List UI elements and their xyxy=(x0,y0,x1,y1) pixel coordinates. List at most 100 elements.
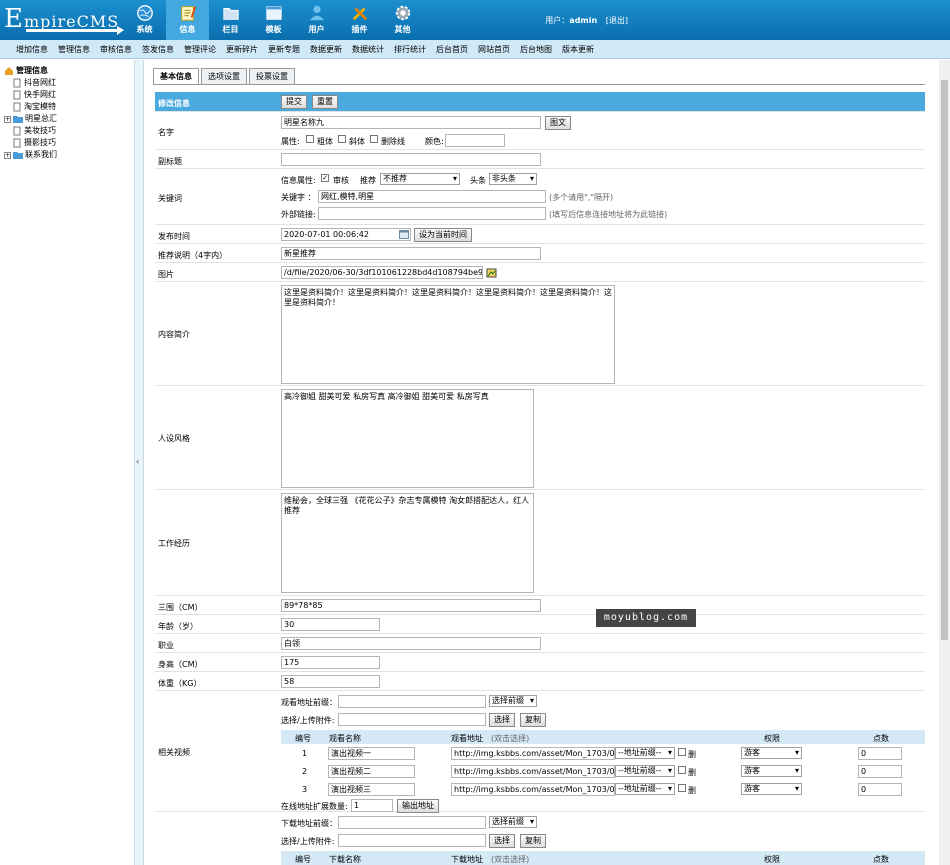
chevron-left-icon[interactable]: ‹ xyxy=(136,457,139,466)
ext-count-input[interactable]: 1 xyxy=(351,799,393,812)
strike-checkbox[interactable] xyxy=(370,135,378,143)
menu-update-fragments[interactable]: 更新碎片 xyxy=(221,40,263,59)
watch-prefix-select[interactable]: 选择前缀 xyxy=(489,695,537,707)
tree-root[interactable]: 管理信息 xyxy=(4,65,134,77)
tab-vote-settings[interactable]: 投票设置 xyxy=(249,68,295,85)
download-select-button[interactable]: 选择 xyxy=(489,834,515,848)
menu-admin-home[interactable]: 后台首页 xyxy=(431,40,473,59)
video-perm-select[interactable]: 游客 xyxy=(741,783,802,795)
video-points-input[interactable]: 0 xyxy=(858,765,902,778)
video-delete-checkbox[interactable] xyxy=(678,766,686,774)
review-checkbox[interactable]: ✓ xyxy=(321,174,329,182)
folder-icon xyxy=(13,116,23,123)
keywords-input[interactable]: 网红,模特,明星 xyxy=(318,190,546,203)
menu-data-stats[interactable]: 数据统计 xyxy=(347,40,389,59)
topnav-system[interactable]: 系统 xyxy=(123,0,166,40)
empirecms-logo[interactable]: EmpireCMS xyxy=(4,4,124,35)
menu-review-info[interactable]: 审核信息 xyxy=(95,40,137,59)
topnav-column[interactable]: 栏目 xyxy=(209,0,252,40)
video-url-input[interactable]: http://img.ksbbs.com/asset/Mon_1703/05ca… xyxy=(451,783,615,796)
recommend-select[interactable]: 不推荐 xyxy=(380,173,460,185)
menu-update-topics[interactable]: 更新专题 xyxy=(263,40,305,59)
weight-input[interactable]: 58 xyxy=(281,675,380,688)
video-name-input[interactable]: 演出视频二 xyxy=(328,765,415,778)
tree-item[interactable]: 抖音网红 xyxy=(4,77,134,89)
video-points-input[interactable]: 0 xyxy=(858,783,902,796)
tree-item[interactable]: 快手网红 xyxy=(4,89,134,101)
video-prefix-select[interactable]: --地址前缀-- xyxy=(615,747,675,759)
menu-manage-info[interactable]: 管理信息 xyxy=(53,40,95,59)
reset-button[interactable]: 重置 xyxy=(312,95,338,109)
calendar-icon[interactable] xyxy=(399,230,409,239)
video-perm-select[interactable]: 游客 xyxy=(741,765,802,777)
topnav-other[interactable]: 其他 xyxy=(381,0,424,40)
tree-group[interactable]: + 联系我们 xyxy=(4,149,134,161)
bold-checkbox[interactable] xyxy=(306,135,314,143)
video-url-input[interactable]: http://img.ksbbs.com/asset/Mon_1703/05ca… xyxy=(451,765,615,778)
video-name-input[interactable]: 演出视频一 xyxy=(328,747,415,760)
page-scrollbar[interactable] xyxy=(939,60,950,865)
topnav-info[interactable]: 信息 xyxy=(166,0,209,40)
tree-group[interactable]: + 明星总汇 xyxy=(4,113,134,125)
subtitle-input[interactable] xyxy=(281,153,541,166)
topnav-user[interactable]: 用户 xyxy=(295,0,338,40)
headline-select[interactable]: 非头条 xyxy=(489,173,537,185)
expand-plus-icon[interactable]: + xyxy=(4,151,11,159)
style-textarea[interactable]: 高冷御姐 甜美可爱 私房写真 高冷御姐 甜美可爱 私房写真 xyxy=(281,389,534,488)
watch-copy-button[interactable]: 复制 xyxy=(520,713,546,727)
topnav-plugin[interactable]: 插件 xyxy=(338,0,381,40)
menu-rank-stats[interactable]: 排行统计 xyxy=(389,40,431,59)
download-attachment-input[interactable] xyxy=(338,834,486,847)
tree-item[interactable]: 摄影技巧 xyxy=(4,137,134,149)
download-prefix-select[interactable]: 选择前缀 xyxy=(489,816,537,828)
download-copy-button[interactable]: 复制 xyxy=(520,834,546,848)
submit-button[interactable]: 提交 xyxy=(281,95,307,109)
video-perm-select[interactable]: 游客 xyxy=(741,747,802,759)
watch-attachment-input[interactable] xyxy=(338,713,486,726)
video-prefix-select[interactable]: --地址前缀-- xyxy=(615,765,675,777)
work-textarea[interactable]: 维秘会，全球三强 《花花公子》杂志专属模特 淘女郎搭配达人，红人推荐 xyxy=(281,493,534,593)
panel-splitter[interactable]: ‹ xyxy=(135,60,144,865)
image-picker-icon[interactable] xyxy=(486,267,497,278)
age-input[interactable]: 30 xyxy=(281,618,380,631)
recommend-note-input[interactable]: 新星推荐 xyxy=(281,247,541,260)
menu-add-info[interactable]: 增加信息 xyxy=(0,40,53,59)
video-delete-checkbox[interactable] xyxy=(678,748,686,756)
tab-option-settings[interactable]: 选项设置 xyxy=(201,68,247,85)
pic-text-button[interactable]: 图文 xyxy=(545,116,571,130)
output-address-button[interactable]: 输出地址 xyxy=(397,799,439,813)
watch-prefix-input[interactable] xyxy=(338,695,486,708)
job-input[interactable]: 白领 xyxy=(281,637,541,650)
intro-textarea[interactable]: 这里是资料简介！这里是资料简介！这里是资料简介！这里是资料简介！这里是资料简介！… xyxy=(281,285,615,384)
menu-data-update[interactable]: 数据更新 xyxy=(305,40,347,59)
tab-basic-info[interactable]: 基本信息 xyxy=(153,68,199,85)
watch-select-button[interactable]: 选择 xyxy=(489,713,515,727)
sub-menu-bar: 增加信息 管理信息 审核信息 签发信息 管理评论 更新碎片 更新专题 数据更新 … xyxy=(0,40,950,59)
name-input[interactable]: 明星名称九 xyxy=(281,116,541,129)
bwh-input[interactable]: 89*78*85 xyxy=(281,599,541,612)
height-input[interactable]: 175 xyxy=(281,656,380,669)
pubtime-input[interactable]: 2020-07-01 00:06:42 xyxy=(281,228,411,241)
video-name-input[interactable]: 演出视频三 xyxy=(328,783,415,796)
italic-checkbox[interactable] xyxy=(338,135,346,143)
menu-manage-comments[interactable]: 管理评论 xyxy=(179,40,221,59)
menu-site-home[interactable]: 网站首页 xyxy=(473,40,515,59)
menu-sign-info[interactable]: 签发信息 xyxy=(137,40,179,59)
expand-plus-icon[interactable]: + xyxy=(4,115,11,123)
tree-item[interactable]: 美妆技巧 xyxy=(4,125,134,137)
tree-item[interactable]: 淘宝模特 xyxy=(4,101,134,113)
set-current-time-button[interactable]: 设为当前时间 xyxy=(414,228,472,242)
video-prefix-select[interactable]: --地址前缀-- xyxy=(615,783,675,795)
scrollbar-thumb[interactable] xyxy=(941,80,948,640)
video-points-input[interactable]: 0 xyxy=(858,747,902,760)
menu-admin-map[interactable]: 后台地图 xyxy=(515,40,557,59)
external-link-input[interactable] xyxy=(318,207,546,220)
color-input[interactable] xyxy=(445,134,505,147)
video-url-input[interactable]: http://img.ksbbs.com/asset/Mon_1703/05ca… xyxy=(451,747,615,760)
download-prefix-input[interactable] xyxy=(338,816,486,829)
video-delete-checkbox[interactable] xyxy=(678,784,686,792)
logout-link[interactable]: [退出] xyxy=(606,16,628,25)
picture-input[interactable]: /d/file/2020/06-30/3df101061228bd4d10879… xyxy=(281,266,483,279)
topnav-template[interactable]: 模板 xyxy=(252,0,295,40)
menu-version-update[interactable]: 版本更新 xyxy=(557,40,599,59)
